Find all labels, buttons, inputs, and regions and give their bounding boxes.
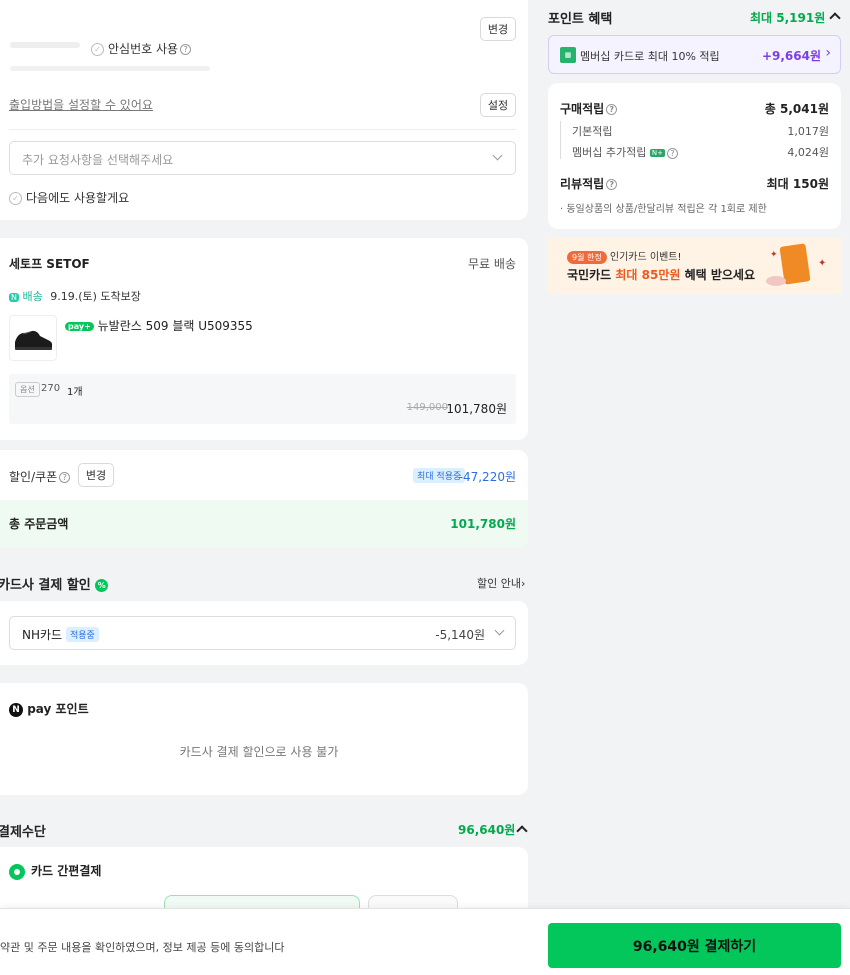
percent-icon: % — [95, 579, 109, 592]
help-icon[interactable]: ? — [666, 147, 678, 159]
card-discount-amount: -5,140원 — [435, 628, 485, 642]
blurred-address-line — [10, 42, 80, 48]
purchase-points-total: 총 5,041원 — [764, 102, 829, 116]
pay-button[interactable]: 96,640원 결제하기 — [548, 923, 841, 968]
address-card: 변경 ✓ 안심번호 사용? 출입방법을 설정할 수 있어요 설정 추가 요청사항을… — [0, 0, 528, 220]
total-label: 총 주문금액 — [9, 517, 69, 531]
delivery-truck-icon: N — [9, 292, 19, 302]
safe-number-option[interactable]: ✓ 안심번호 사용? — [91, 40, 192, 57]
total-row: 총 주문금액 101,780원 — [0, 500, 528, 548]
option-box: 옵션 270 1개 149,000 101,780원 — [9, 374, 516, 424]
seller-card: 세토프 SETOF 무료 배송 N 배송 9.19.(토) 도착보장 pay+ … — [0, 238, 528, 440]
divider — [9, 129, 516, 130]
card-applied-badge: 적용중 — [66, 627, 99, 642]
card-discount-guide-link[interactable]: 할인 안내› — [477, 575, 525, 591]
npay-logo-icon: N — [9, 702, 23, 717]
purchase-points-label: 구매적립? — [560, 100, 618, 117]
card-select[interactable]: NH카드 적용중 -5,140원 — [9, 616, 516, 650]
membership-card-icon: ▦ — [560, 47, 576, 63]
leaf-illustration-2: ✦ — [770, 250, 778, 260]
collapse-icon[interactable] — [829, 12, 841, 24]
product-image[interactable] — [9, 315, 57, 361]
footer-bar: 약관 및 주문 내용을 확인하였으며, 정보 제공 등에 동의합니다 96,64… — [0, 908, 850, 975]
basic-points-value: 1,017원 — [787, 125, 829, 138]
discount-amount: -47,220원 — [458, 470, 516, 484]
chevron-right-icon: › — [520, 577, 526, 590]
membership-banner[interactable]: ▦ 멤버십 카드로 최대 10% 적립 +9,664원 › — [548, 35, 841, 74]
total-value: 101,780원 — [450, 517, 516, 531]
npay-point-title: N pay 포인트 — [9, 700, 89, 717]
option-quantity: 1개 — [67, 387, 83, 398]
card-discount-title: 카드사 결제 할인 % — [0, 574, 109, 593]
payment-title: 결제수단 — [0, 825, 46, 840]
review-points-value: 최대 150원 — [766, 177, 829, 191]
option-value: 270 — [41, 383, 61, 394]
max-applied-badge: 최대 적용중 — [413, 468, 466, 483]
request-placeholder: 추가 요청사항을 선택해주세요 — [22, 153, 174, 167]
points-title: 포인트 혜택 — [548, 12, 613, 27]
remember-option[interactable]: ✓ 다음에도 사용할게요 — [9, 189, 129, 206]
request-select[interactable]: 추가 요청사항을 선택해주세요 — [9, 141, 516, 175]
chevron-right-icon: › — [825, 45, 831, 61]
help-icon[interactable]: ? — [606, 104, 618, 115]
card-discount-card: NH카드 적용중 -5,140원 — [0, 601, 528, 665]
npay-point-card: N pay 포인트 카드사 결제 할인으로 사용 불가 — [0, 683, 528, 795]
review-points-label: 리뷰적립? — [560, 175, 618, 192]
member-points-value: 4,024원 — [787, 146, 829, 159]
card-event-banner[interactable]: 9월 한정 인기카드 이벤트! 국민카드 최대 85만원 혜택 받으세요 ✦ ✦ — [548, 238, 841, 294]
original-price: 149,000 — [406, 402, 448, 413]
membership-amount: +9,664원 — [761, 49, 821, 63]
npay-plus-badge: pay+ — [65, 322, 94, 331]
discount-label: 할인/쿠폰? — [9, 468, 71, 485]
card-name: NH카드 — [22, 628, 63, 642]
basic-points-label: 기본적립 — [572, 125, 613, 138]
delivery-info: N 배송 9.19.(토) 도착보장 — [9, 290, 141, 303]
terms-agree-text: 약관 및 주문 내용을 확인하였으며, 정보 제공 등에 동의합니다 — [0, 941, 285, 954]
points-tree-line — [560, 121, 561, 159]
banner-text: 국민카드 최대 85만원 혜택 받으세요 — [567, 268, 756, 282]
shipping-fee: 무료 배송 — [468, 257, 516, 271]
membership-text: 멤버십 카드로 최대 10% 적립 — [580, 50, 720, 63]
option-label: 옵션 — [15, 382, 40, 397]
collapse-icon[interactable] — [516, 825, 528, 837]
shoe-image — [15, 330, 53, 350]
entry-method-set-button[interactable]: 설정 — [480, 93, 516, 117]
blurred-address-line-2 — [10, 66, 210, 71]
chevron-down-icon — [492, 150, 503, 161]
discount-change-button[interactable]: 변경 — [78, 463, 114, 487]
help-icon[interactable]: ? — [180, 44, 192, 55]
banner-tag: 9월 한정 — [567, 250, 607, 264]
npay-plus-icon: N+ — [649, 149, 665, 157]
check-icon: ✓ — [9, 192, 22, 205]
points-max: 최대 5,191원 — [750, 11, 826, 25]
product-price: 101,780원 — [446, 402, 507, 416]
help-icon[interactable]: ? — [59, 472, 71, 483]
points-detail-card: 구매적립? 총 5,041원 기본적립 1,017원 멤버십 추가적립 N+? … — [548, 83, 841, 229]
discount-card: 할인/쿠폰? 변경 최대 적용중 -47,220원 총 주문금액 101,780… — [0, 450, 528, 548]
entry-method-link[interactable]: 출입방법을 설정할 수 있어요 — [9, 96, 153, 113]
product-title-row[interactable]: pay+ 뉴발란스 509 블랙 U509355 — [65, 317, 253, 334]
seller-name: 세토프 SETOF — [9, 257, 90, 271]
member-points-label: 멤버십 추가적립 N+? — [572, 144, 678, 160]
banner-headline: 9월 한정 인기카드 이벤트! — [567, 248, 682, 264]
food-illustration — [766, 276, 786, 286]
leaf-illustration: ✦ — [818, 258, 827, 269]
npay-point-message: 카드사 결제 할인으로 사용 불가 — [179, 745, 339, 759]
address-change-button[interactable]: 변경 — [480, 17, 516, 41]
payment-amount: 96,640원 — [458, 823, 516, 837]
chevron-down-icon — [494, 625, 505, 636]
review-points-note: · 동일상품의 상품/한달리뷰 적립은 각 1회로 제한 — [560, 204, 767, 215]
help-icon[interactable]: ? — [606, 179, 618, 190]
easy-card-payment-option[interactable]: 카드 간편결제 — [9, 862, 101, 880]
radio-selected-icon — [9, 863, 25, 880]
check-icon: ✓ — [91, 43, 104, 56]
